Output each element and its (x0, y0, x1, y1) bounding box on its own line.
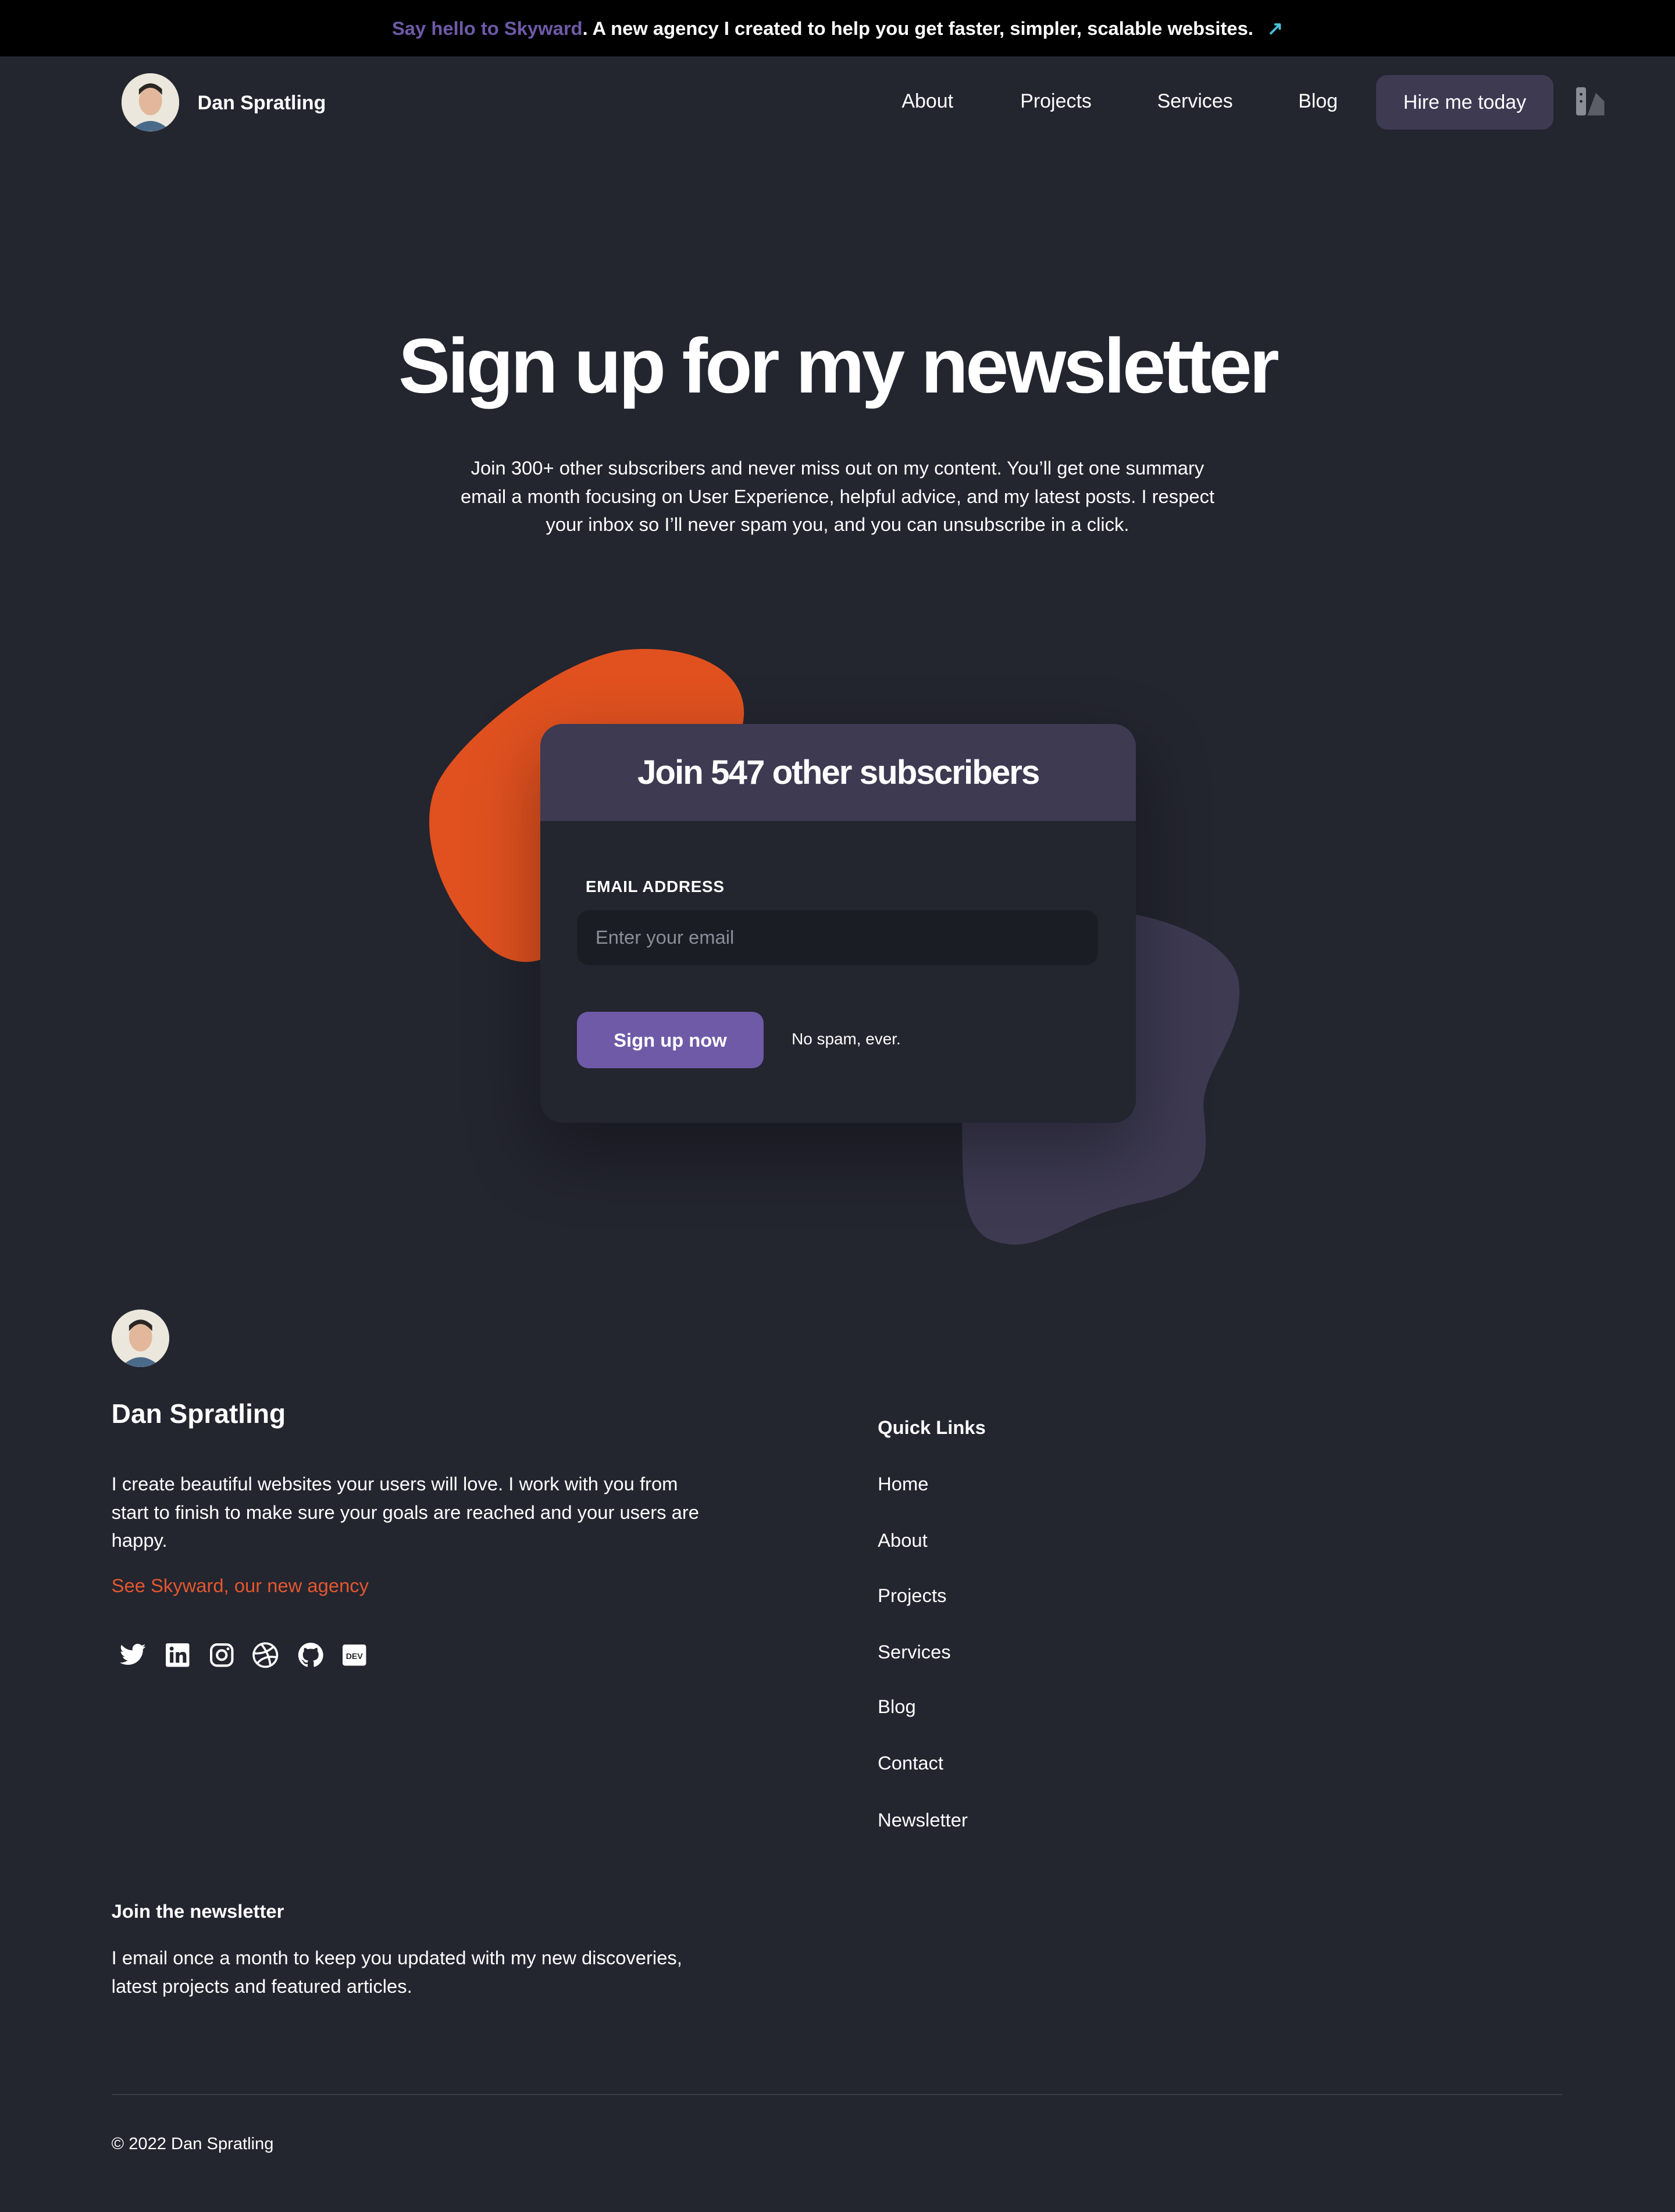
footer-link-projects[interactable]: Projects (878, 1585, 946, 1607)
twitter-icon[interactable] (119, 1641, 147, 1669)
email-label: EMAIL ADDRESS (585, 877, 725, 896)
footer-link-contact[interactable]: Contact (878, 1752, 943, 1774)
agency-link[interactable]: See Skyward, our new agency (112, 1572, 369, 1600)
site-name[interactable]: Dan Spratling (198, 92, 326, 115)
avatar[interactable] (121, 73, 180, 131)
hire-me-button[interactable]: Hire me today (1375, 74, 1554, 130)
footer-bio: I create beautiful websites your users w… (111, 1473, 699, 1551)
intro-text: Join 300+ other subscribers and never mi… (460, 457, 1215, 536)
footer-newsletter-title: Join the newsletter (111, 1900, 284, 1922)
newsletter-card: Join 547 other subscribers EMAIL ADDRESS… (540, 723, 1136, 1123)
footer-avatar (111, 1309, 170, 1368)
theme-toggle-icon[interactable] (1576, 87, 1607, 116)
page-title: Sign up for my newsletter (398, 323, 1280, 410)
email-input[interactable] (577, 909, 1098, 965)
quick-links-title: Quick Links (878, 1417, 986, 1438)
dev-icon[interactable]: DEV (340, 1641, 369, 1669)
github-icon[interactable] (297, 1641, 325, 1669)
copyright: © 2022 Dan Spratling (111, 2134, 274, 2153)
footer-name: Dan Spratling (111, 1398, 286, 1429)
dribbble-icon[interactable] (251, 1641, 280, 1669)
footer-link-about[interactable]: About (878, 1529, 928, 1551)
no-spam-note: No spam, ever. (792, 1030, 901, 1048)
sign-up-button[interactable]: Sign up now (577, 1011, 764, 1068)
svg-text:DEV: DEV (345, 1651, 363, 1661)
linkedin-icon[interactable] (163, 1641, 192, 1669)
nav-about[interactable]: About (901, 90, 953, 113)
footer-link-newsletter[interactable]: Newsletter (878, 1809, 968, 1831)
footer-link-services[interactable]: Services (878, 1641, 951, 1663)
banner-text: . A new agency I created to help you get… (582, 17, 1253, 39)
footer-link-home[interactable]: Home (878, 1473, 928, 1495)
nav-services[interactable]: Services (1157, 90, 1233, 113)
footer-divider (111, 2093, 1562, 2096)
nav-blog[interactable]: Blog (1298, 90, 1338, 113)
footer-link-blog[interactable]: Blog (878, 1696, 916, 1718)
announcement-banner[interactable]: Say hello to Skyward. A new agency I cre… (0, 0, 1675, 57)
arrow-up-right-icon: ↗ (1267, 17, 1284, 39)
footer-newsletter-text: I email once a month to keep you updated… (111, 1947, 682, 1997)
nav-projects[interactable]: Projects (1020, 90, 1092, 113)
instagram-icon[interactable] (208, 1641, 236, 1669)
banner-link[interactable]: Say hello to Skyward (392, 17, 583, 39)
card-title: Join 547 other subscribers (540, 723, 1136, 822)
